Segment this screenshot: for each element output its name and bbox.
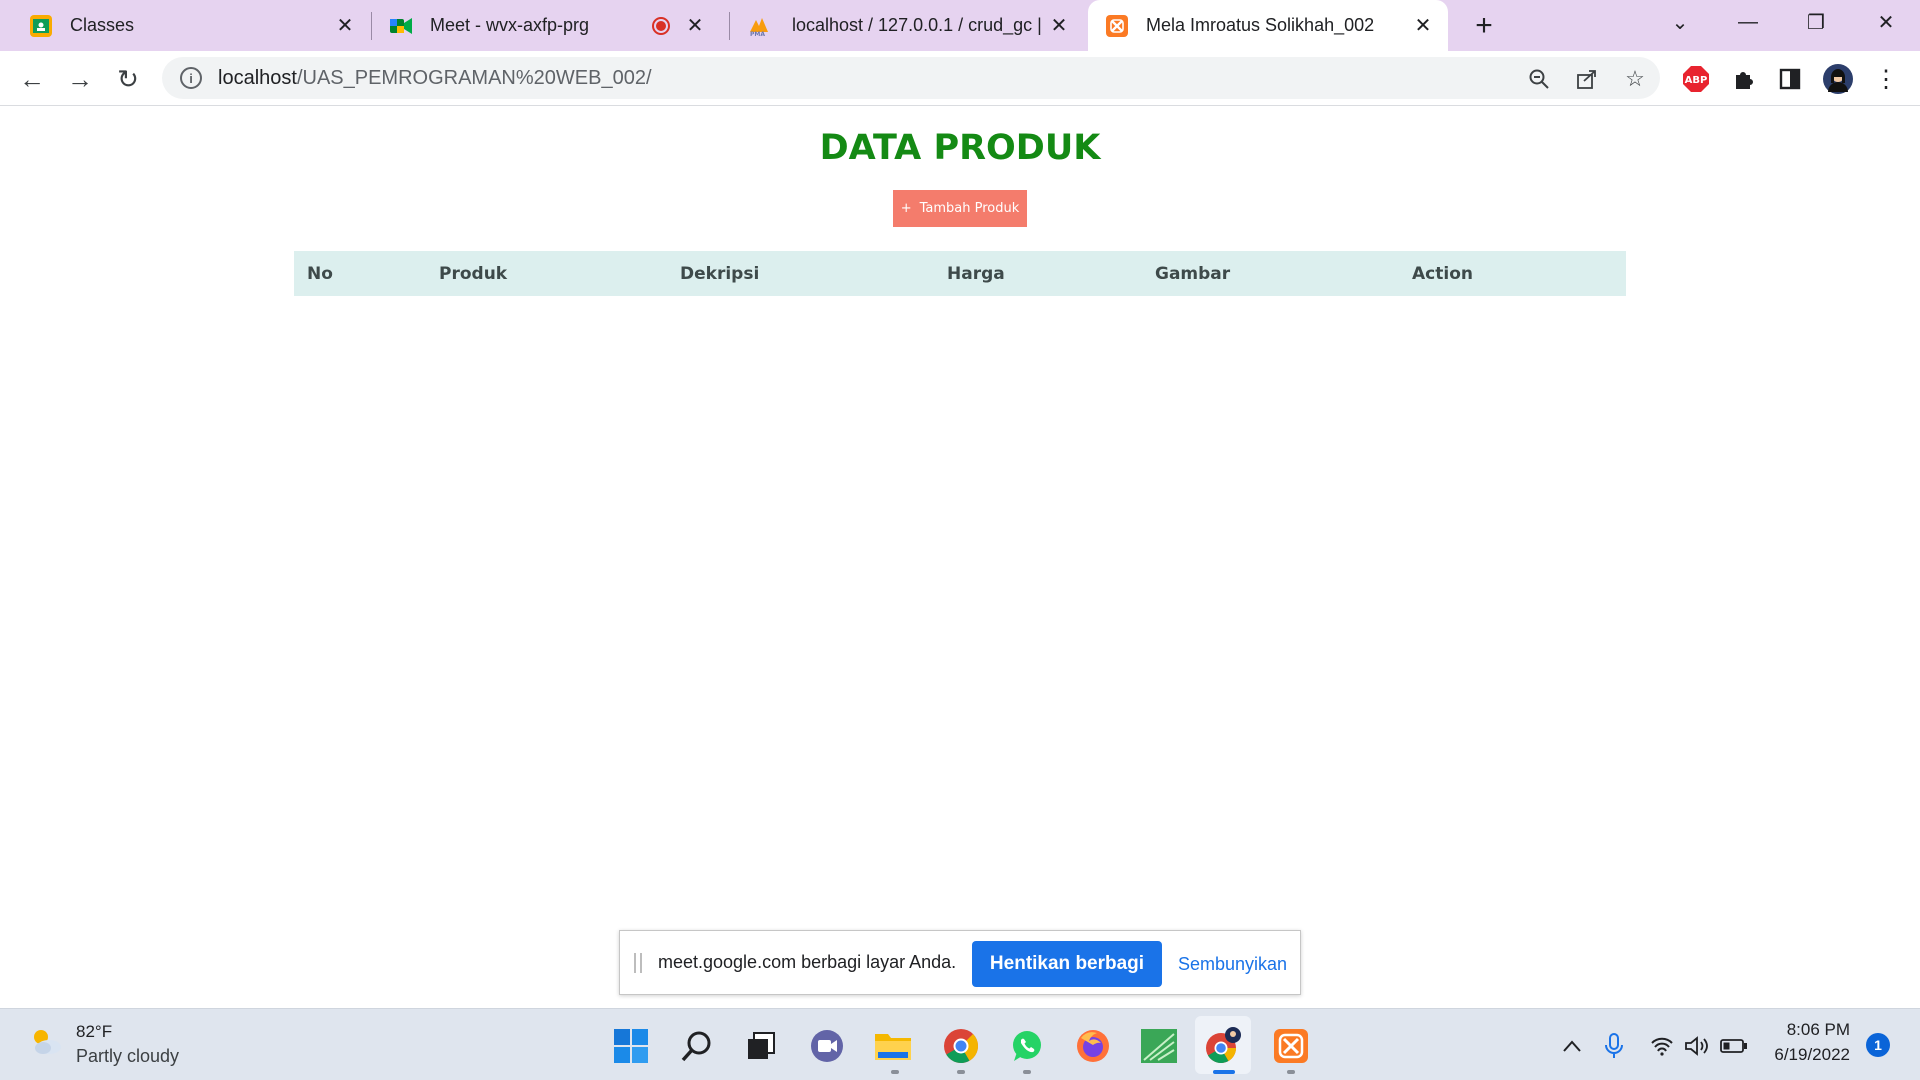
running-indicator: [891, 1070, 899, 1074]
share-icon[interactable]: [1572, 64, 1602, 94]
firefox-icon[interactable]: [1073, 1026, 1113, 1066]
reload-button[interactable]: ↻: [108, 60, 148, 98]
chrome-icon[interactable]: [941, 1026, 981, 1066]
site-info-icon[interactable]: i: [180, 67, 202, 89]
tab-title: Mela Imroatus Solikhah_002: [1146, 15, 1375, 35]
svg-text:PMA: PMA: [750, 31, 765, 36]
address-bar[interactable]: i localhost/UAS_PEMROGRAMAN%20WEB_002/: [162, 57, 1660, 99]
column-header-action: Action: [1412, 263, 1473, 284]
partly-cloudy-icon[interactable]: [28, 1026, 64, 1056]
column-header-harga: Harga: [947, 263, 1005, 284]
table-header: No Produk Dekripsi Harga Gambar Action: [294, 251, 1626, 296]
running-indicator: [1023, 1070, 1031, 1074]
wifi-icon[interactable]: [1648, 1032, 1676, 1060]
tab-search-icon[interactable]: ⌄: [1652, 0, 1708, 44]
svg-text:ABP: ABP: [1685, 75, 1708, 86]
restore-button[interactable]: ❐: [1788, 0, 1844, 44]
share-message: meet.google.com berbagi layar Anda.: [658, 952, 957, 972]
tab-title: Meet - wvx-axfp-prg: [430, 15, 590, 35]
url-host: localhost: [218, 66, 297, 89]
zoom-icon[interactable]: [1524, 64, 1554, 94]
close-icon[interactable]: ✕: [1048, 15, 1070, 37]
whatsapp-icon[interactable]: [1007, 1026, 1047, 1066]
phpmyadmin-icon: PMA: [748, 15, 774, 37]
windows-start-icon[interactable]: [611, 1026, 651, 1066]
column-header-no: No: [307, 263, 333, 284]
file-explorer-icon[interactable]: [873, 1026, 913, 1066]
new-tab-button[interactable]: +: [1466, 8, 1502, 44]
add-product-label: Tambah Produk: [919, 201, 1020, 216]
tab-meet[interactable]: Meet - wvx-axfp-prg ✕: [372, 0, 726, 51]
xampp-icon: [1106, 14, 1128, 37]
extensions-puzzle-icon[interactable]: [1728, 63, 1760, 95]
plus-icon: +: [900, 201, 912, 216]
minimize-button[interactable]: —: [1720, 0, 1776, 44]
add-product-button[interactable]: + Tambah Produk: [893, 190, 1027, 227]
hide-share-bar-button[interactable]: Sembunyikan: [1178, 941, 1287, 987]
chevron-up-icon[interactable]: [1558, 1032, 1586, 1060]
close-icon[interactable]: ✕: [334, 15, 356, 37]
close-window-button[interactable]: ✕: [1858, 0, 1914, 44]
screen-share-bar: meet.google.com berbagi layar Anda. Hent…: [619, 930, 1301, 995]
column-header-produk: Produk: [439, 263, 508, 284]
close-icon[interactable]: ✕: [684, 15, 706, 37]
clock-date[interactable]: 6/19/2022: [1760, 1045, 1850, 1065]
clock-time[interactable]: 8:06 PM: [1760, 1020, 1850, 1040]
notification-badge[interactable]: 1: [1866, 1033, 1890, 1057]
tab-title: Classes: [70, 15, 135, 35]
running-indicator: [1287, 1070, 1295, 1074]
teams-chat-icon[interactable]: [807, 1026, 847, 1066]
xampp-icon[interactable]: [1271, 1026, 1311, 1066]
url-path: /UAS_PEMROGRAMAN%20WEB_002/: [296, 66, 652, 89]
chrome-profile-icon[interactable]: [1203, 1026, 1243, 1066]
battery-icon[interactable]: [1720, 1032, 1748, 1060]
volume-icon[interactable]: [1684, 1032, 1712, 1060]
page-title: DATA PRODUK: [819, 128, 1101, 168]
search-icon[interactable]: [677, 1026, 717, 1066]
profile-avatar[interactable]: [1822, 63, 1854, 95]
stop-sharing-button[interactable]: Hentikan berbagi: [972, 941, 1162, 987]
tab-phpmyadmin[interactable]: PMA localhost / 127.0.0.1 / crud_gc | p …: [730, 0, 1084, 51]
back-button[interactable]: ←: [12, 60, 52, 98]
google-meet-icon: [390, 15, 412, 37]
active-indicator: [1213, 1070, 1235, 1074]
task-view-icon[interactable]: [741, 1026, 781, 1066]
microphone-icon[interactable]: [1600, 1032, 1628, 1060]
adblock-plus-icon[interactable]: ABP: [1680, 63, 1712, 95]
drag-handle-icon[interactable]: [634, 952, 642, 973]
browser-menu-icon[interactable]: ⋮: [1870, 63, 1902, 95]
running-indicator: [957, 1070, 965, 1074]
weather-temperature[interactable]: 82°F: [76, 1022, 112, 1042]
sublime-green-app-icon[interactable]: [1139, 1026, 1179, 1066]
weather-description[interactable]: Partly cloudy: [76, 1046, 179, 1067]
column-header-deskripsi: Dekripsi: [680, 263, 760, 284]
recording-icon: [652, 16, 670, 35]
tab-active[interactable]: Mela Imroatus Solikhah_002 ✕: [1088, 0, 1448, 51]
tab-classes[interactable]: Classes ✕: [0, 0, 370, 51]
close-icon[interactable]: ✕: [1412, 15, 1434, 37]
side-panel-icon[interactable]: [1774, 63, 1806, 95]
column-header-gambar: Gambar: [1155, 263, 1231, 284]
bookmark-star-icon[interactable]: ☆: [1620, 64, 1650, 94]
google-classroom-icon: [30, 14, 52, 37]
url-text: localhost/UAS_PEMROGRAMAN%20WEB_002/: [218, 67, 652, 90]
forward-button[interactable]: →: [60, 60, 100, 98]
tab-title: localhost / 127.0.0.1 / crud_gc | p: [792, 15, 1048, 35]
